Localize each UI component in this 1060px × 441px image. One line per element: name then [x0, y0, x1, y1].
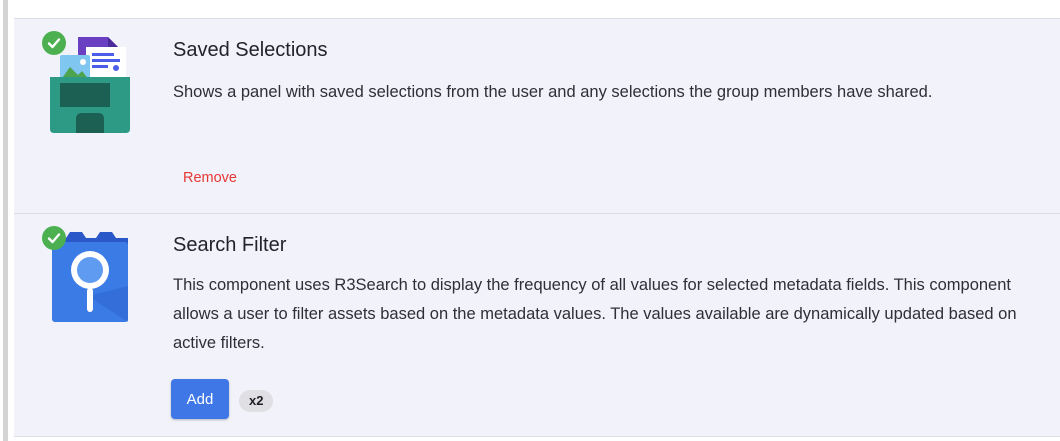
component-card-search-filter: Search Filter This component uses R3Sear… [14, 213, 1060, 437]
component-title: Saved Selections [173, 39, 328, 61]
component-list: Saved Selections Shows a panel with save… [14, 18, 1060, 437]
add-button[interactable]: Add [171, 379, 229, 419]
component-card-saved-selections: Saved Selections Shows a panel with save… [14, 18, 1060, 213]
component-title: Search Filter [173, 234, 287, 256]
left-rail-bar [3, 0, 8, 441]
component-description: Shows a panel with saved selections from… [173, 83, 933, 101]
installed-check-icon [42, 226, 66, 250]
install-count-badge: x2 [239, 390, 274, 412]
component-description: This component uses R3Search to display … [173, 276, 1017, 352]
installed-check-icon [42, 31, 66, 55]
left-rail [0, 0, 14, 441]
remove-button[interactable]: Remove [183, 170, 237, 186]
